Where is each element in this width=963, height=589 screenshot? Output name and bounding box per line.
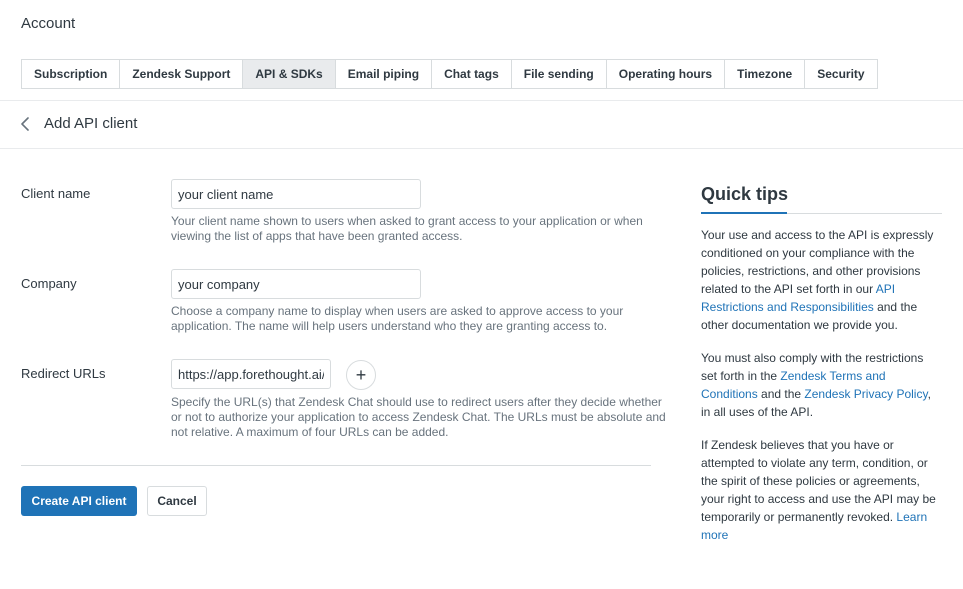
title-divider bbox=[0, 148, 963, 149]
client-name-help: Your client name shown to users when ask… bbox=[171, 214, 643, 243]
tips-paragraph-3: If Zendesk believes that you have or att… bbox=[701, 436, 942, 544]
settings-tabs: Subscription Zendesk Support API & SDKs … bbox=[21, 59, 878, 89]
page-title: Add API client bbox=[44, 115, 138, 132]
tab-file-sending[interactable]: File sending bbox=[510, 59, 607, 89]
client-name-input[interactable] bbox=[171, 179, 421, 209]
privacy-policy-link[interactable]: Zendesk Privacy Policy bbox=[804, 387, 927, 401]
back-button[interactable] bbox=[18, 114, 34, 134]
company-label: Company bbox=[21, 276, 77, 291]
add-url-button[interactable]: + bbox=[346, 360, 376, 390]
create-api-client-button[interactable]: Create API client bbox=[21, 486, 137, 516]
client-name-label: Client name bbox=[21, 186, 91, 201]
tips-p1-text: Your use and access to the API is expres… bbox=[701, 228, 934, 296]
tab-timezone[interactable]: Timezone bbox=[724, 59, 806, 89]
form-divider bbox=[21, 465, 651, 466]
quick-tips-panel: Quick tips Your use and access to the AP… bbox=[701, 184, 942, 559]
redirect-urls-label: Redirect URLs bbox=[21, 366, 106, 381]
tab-chat-tags[interactable]: Chat tags bbox=[431, 59, 512, 89]
plus-icon: + bbox=[355, 365, 367, 385]
chevron-left-icon bbox=[21, 117, 29, 131]
redirect-url-input[interactable] bbox=[171, 359, 331, 389]
tab-api-sdks[interactable]: API & SDKs bbox=[242, 59, 336, 89]
tips-paragraph-2: You must also comply with the restrictio… bbox=[701, 349, 942, 421]
tab-zendesk-support[interactable]: Zendesk Support bbox=[119, 59, 244, 89]
header-divider bbox=[0, 100, 963, 101]
tab-operating-hours[interactable]: Operating hours bbox=[605, 59, 726, 89]
tab-security[interactable]: Security bbox=[804, 59, 878, 89]
company-help: Choose a company name to display when us… bbox=[171, 304, 624, 333]
tips-p2-mid: and the bbox=[757, 387, 805, 401]
cancel-button[interactable]: Cancel bbox=[147, 486, 207, 516]
quick-tips-rule bbox=[701, 212, 942, 214]
tab-email-piping[interactable]: Email piping bbox=[334, 59, 433, 89]
redirect-urls-help: Specify the URL(s) that Zendesk Chat sho… bbox=[171, 395, 666, 439]
tips-paragraph-1: Your use and access to the API is expres… bbox=[701, 226, 942, 334]
company-input[interactable] bbox=[171, 269, 421, 299]
account-title: Account bbox=[21, 15, 76, 32]
quick-tips-title: Quick tips bbox=[701, 184, 789, 204]
tab-subscription[interactable]: Subscription bbox=[21, 59, 121, 89]
